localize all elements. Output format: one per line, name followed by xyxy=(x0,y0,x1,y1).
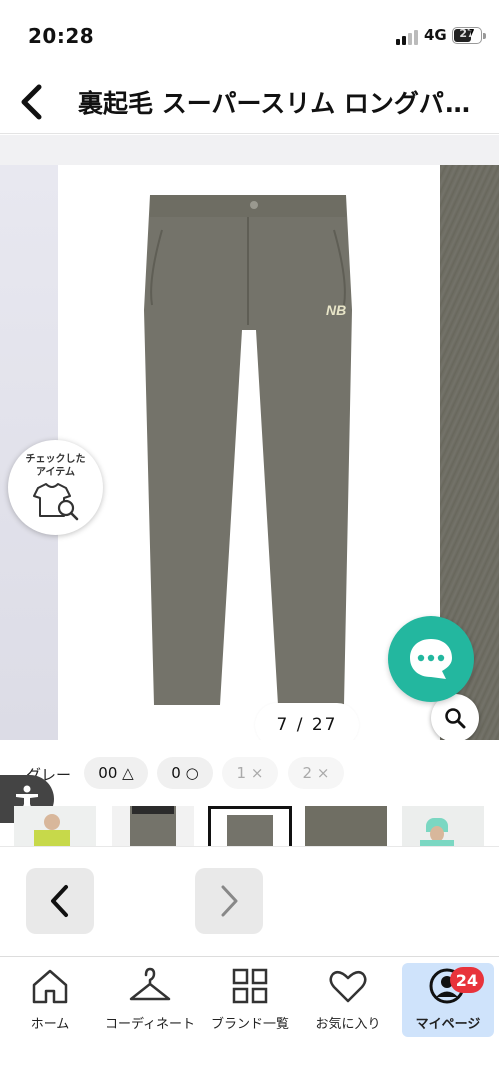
chevron-left-icon xyxy=(21,84,42,120)
bottom-nav: ホーム コーディネート ブランド一覧 お気に入り マイページ 24 xyxy=(0,956,499,1080)
thumbnail[interactable] xyxy=(208,806,292,846)
thumbnail[interactable] xyxy=(14,806,96,846)
pants-image: NB xyxy=(144,195,352,705)
size-chip[interactable]: 2 × xyxy=(288,757,344,789)
shirt-search-icon xyxy=(32,483,78,521)
status-bar: 20:28 4G 27 xyxy=(0,0,499,70)
size-chip[interactable]: 00 △ xyxy=(84,757,148,789)
nav-label: ホーム xyxy=(30,1017,70,1032)
thumbnail-strip xyxy=(0,806,499,846)
chevron-left-icon xyxy=(51,885,68,917)
thumbnail[interactable] xyxy=(305,806,387,846)
chat-button[interactable] xyxy=(388,616,474,702)
size-chip[interactable]: 1 × xyxy=(222,757,278,789)
image-counter: 7 / 27 xyxy=(255,703,359,740)
nav-item-home[interactable]: ホーム xyxy=(14,957,86,1037)
notification-badge: 24 xyxy=(449,967,484,993)
grid-icon xyxy=(232,968,268,1004)
nav-item-mypage[interactable]: マイページ 24 xyxy=(402,963,494,1037)
header: 裏起毛 スーパースリム ロングパンツ xyxy=(0,70,499,134)
chat-bubble-icon xyxy=(410,639,452,679)
checked-items-button[interactable]: チェックした アイテム xyxy=(8,440,103,535)
checked-items-label: チェックした アイテム xyxy=(25,454,86,478)
nav-label: ブランド一覧 xyxy=(210,1017,289,1032)
heart-icon xyxy=(329,970,367,1003)
battery-icon: 27 xyxy=(452,27,486,44)
nav-item-favorites[interactable]: お気に入り xyxy=(308,957,388,1037)
home-icon xyxy=(32,969,68,1004)
nav-item-coordinate[interactable]: コーディネート xyxy=(102,957,198,1037)
product-image[interactable]: NB 7 / 27 xyxy=(58,165,440,740)
back-button[interactable] xyxy=(8,76,56,128)
network-type: 4G xyxy=(424,26,447,44)
size-chip[interactable]: 0 ○ xyxy=(157,757,213,789)
thumbnail[interactable] xyxy=(402,806,484,846)
nav-label: マイページ xyxy=(415,1017,481,1032)
battery-level: 27 xyxy=(459,27,475,40)
hanger-icon xyxy=(129,967,171,1001)
page-title: 裏起毛 スーパースリム ロングパンツ xyxy=(78,89,478,118)
thumbnail[interactable] xyxy=(112,806,194,846)
nav-label: コーディネート xyxy=(104,1017,196,1032)
pager xyxy=(0,846,499,956)
previous-button[interactable] xyxy=(26,868,94,934)
signal-icon xyxy=(396,30,418,45)
nav-item-brands[interactable]: ブランド一覧 xyxy=(206,957,294,1037)
chevron-right-icon xyxy=(221,885,238,917)
magnifier-icon xyxy=(445,708,466,729)
svg-text:NB: NB xyxy=(326,302,346,318)
status-time: 20:28 xyxy=(28,24,95,48)
next-button[interactable] xyxy=(195,868,263,934)
nav-label: お気に入り xyxy=(315,1017,381,1032)
variant-selector: グレー 00 △ 0 ○ 1 × 2 × xyxy=(0,757,499,791)
